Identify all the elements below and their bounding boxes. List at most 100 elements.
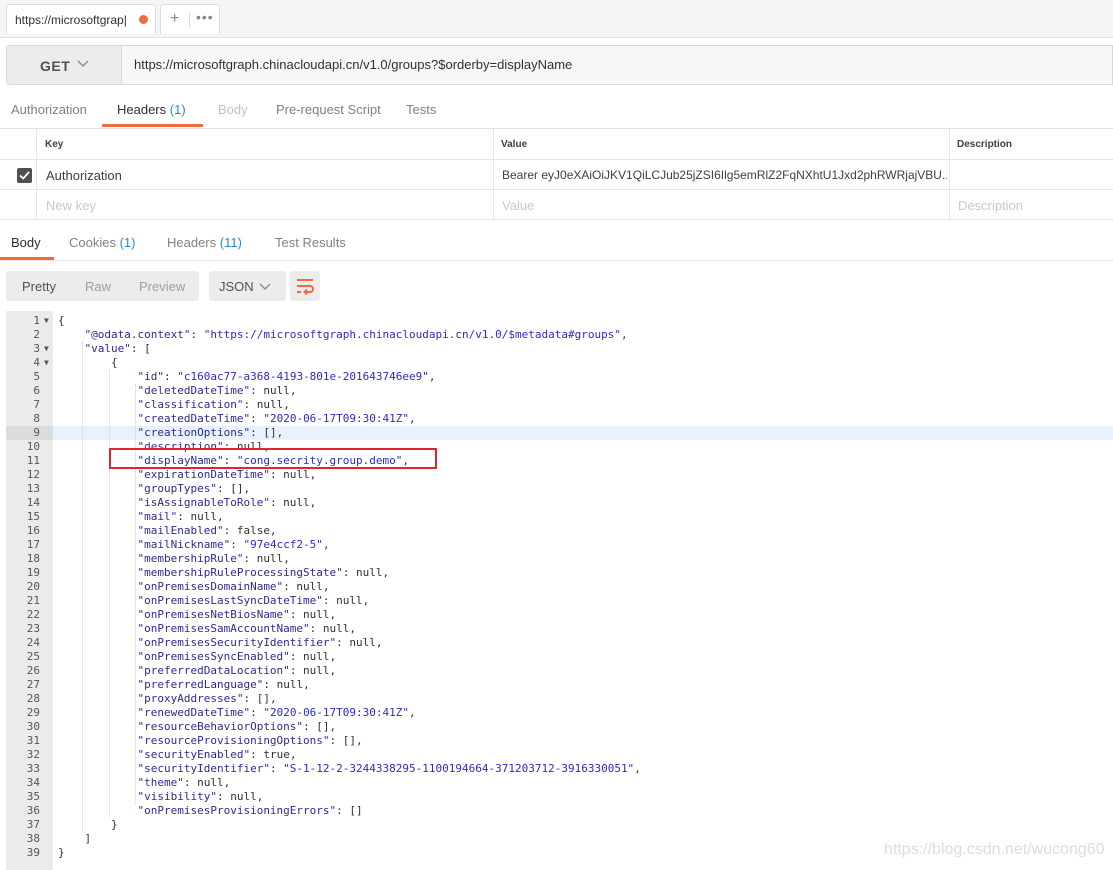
tab-cookies[interactable]: Cookies (1) [69,235,135,250]
raw-button[interactable]: Raw [85,279,111,294]
tab-body[interactable]: Body [218,102,248,117]
tab-tests[interactable]: Tests [406,102,436,117]
line-number: 4 [33,356,40,369]
tab-headers[interactable]: Headers (1) [117,102,186,117]
new-description-input[interactable]: Description [958,198,1023,213]
line-number: 2 [33,328,40,341]
code-text: "deletedDateTime": null, [137,384,297,397]
code-text: "resourceBehaviorOptions": [], [137,720,337,733]
code-line: 15 "mail": null, [6,510,1113,524]
code-line: 2 "@odata.context": "https://microsoftgr… [6,328,1113,342]
header-enabled-checkbox[interactable] [17,168,32,183]
fold-arrow-icon[interactable]: ▼ [44,314,49,328]
wrap-lines-button[interactable] [290,271,320,301]
code-text: "value": [ [84,342,151,355]
code-text: "creationOptions": [], [137,426,284,439]
code-text: "preferredDataLocation": null, [137,664,337,677]
request-tab[interactable]: https://microsoftgrap| [6,4,156,34]
code-text: ] [58,832,92,845]
code-line: 30 "resourceBehaviorOptions": [], [6,720,1113,734]
tab-authorization[interactable]: Authorization [11,102,87,117]
code-text: "membershipRuleProcessingState": null, [137,566,390,579]
code-text: { [58,356,118,369]
tab-actions: + ••• [160,4,220,34]
new-tab-plus-icon[interactable]: + [170,10,179,28]
code-line: 4 ▼ { [6,356,1113,370]
code-text: "mailNickname": "97e4ccf2-5", [137,538,330,551]
header-key-cell[interactable]: Authorization [46,168,122,183]
line-number: 21 [26,594,40,607]
line-number: 30 [26,720,40,733]
response-body-editor[interactable]: 1 ▼ {2 "@odata.context": "https://microsof… [6,311,1113,870]
line-number: 13 [26,482,40,495]
url-input[interactable]: https://microsoftgraph.chinacloudapi.cn/… [122,45,1113,85]
line-number: 16 [26,524,40,537]
indent-guide [135,384,137,804]
line-number: 26 [26,664,40,677]
unsaved-dot-icon [139,15,148,24]
code-text: { [58,314,65,327]
line-number: 23 [26,622,40,635]
header-description-cell[interactable] [949,160,1113,189]
table-row: Authorization Bearer eyJ0eXAiOiJKV1QiLCJ… [0,160,1113,190]
line-number: 20 [26,580,40,593]
code-text: "id": "c160ac77-a368-4193-801e-201643746… [137,370,436,383]
new-value-input[interactable]: Value [502,198,534,213]
view-mode-group: Pretty Raw Preview [6,271,199,301]
table-header-row: Key Value Description [0,129,1113,160]
code-line: 19 "membershipRuleProcessingState": null… [6,566,1113,580]
chevron-down-icon [77,60,89,68]
pretty-button[interactable]: Pretty [22,279,56,294]
method-select[interactable]: GET [6,45,122,85]
code-text: "visibility": null, [137,790,264,803]
fold-arrow-icon[interactable]: ▼ [44,342,49,356]
line-number: 29 [26,706,40,719]
indent-guide [108,370,110,818]
code-line: 36 "onPremisesProvisioningErrors": [] [6,804,1113,818]
code-line: 29 "renewedDateTime": "2020-06-17T09:30:… [6,706,1113,720]
code-text: "onPremisesDomainName": null, [137,580,330,593]
code-line: 8 "createdDateTime": "2020-06-17T09:30:4… [6,412,1113,426]
code-text: "securityEnabled": true, [137,748,297,761]
preview-button[interactable]: Preview [139,279,185,294]
code-text: "onPremisesProvisioningErrors": [] [137,804,363,817]
table-row-new: New key Value Description [0,190,1113,220]
highlight-box [109,448,437,469]
line-number: 27 [26,678,40,691]
code-line: 28 "proxyAddresses": [], [6,692,1113,706]
new-key-input[interactable]: New key [46,198,96,213]
code-line: 12 "expirationDateTime": null, [6,468,1113,482]
code-text: } [58,818,118,831]
code-line: 26 "preferredDataLocation": null, [6,664,1113,678]
line-number: 12 [26,468,40,481]
format-select[interactable]: JSON [209,271,286,301]
fold-arrow-icon[interactable]: ▼ [44,356,49,370]
active-response-tab-indicator [0,257,54,260]
code-text: "expirationDateTime": null, [137,468,317,481]
line-number: 36 [26,804,40,817]
line-number: 39 [26,846,40,859]
code-text: "createdDateTime": "2020-06-17T09:30:41Z… [137,412,416,425]
line-number: 31 [26,734,40,747]
code-text: } [58,846,65,859]
tab-pre-request-script[interactable]: Pre-request Script [276,102,381,117]
code-line: 9 "creationOptions": [], [6,426,1113,440]
header-value-cell[interactable]: Bearer eyJ0eXAiOiJKV1QiLCJub25jZSI6Ilg5e… [502,168,947,182]
more-tabs-icon[interactable]: ••• [196,9,214,25]
tab-response-headers[interactable]: Headers (11) [167,235,242,250]
code-text: "securityIdentifier": "S-1-12-2-32443382… [137,762,641,775]
watermark: https://blog.csdn.net/wucong60 [884,841,1105,858]
checkmark-icon [19,171,30,180]
line-number: 6 [33,384,40,397]
tab-response-body[interactable]: Body [11,235,41,250]
tab-test-results[interactable]: Test Results [275,235,346,250]
code-line: 24 "onPremisesSecurityIdentifier": null, [6,636,1113,650]
code-text: "mailEnabled": false, [137,524,277,537]
code-text: "preferredLanguage": null, [137,678,310,691]
line-number: 9 [33,426,40,439]
line-number: 15 [26,510,40,523]
request-tabs: Authorization Headers (1) Body Pre-reque… [0,96,1113,128]
tab-divider [189,12,190,28]
line-number: 24 [26,636,40,649]
line-number: 7 [33,398,40,411]
